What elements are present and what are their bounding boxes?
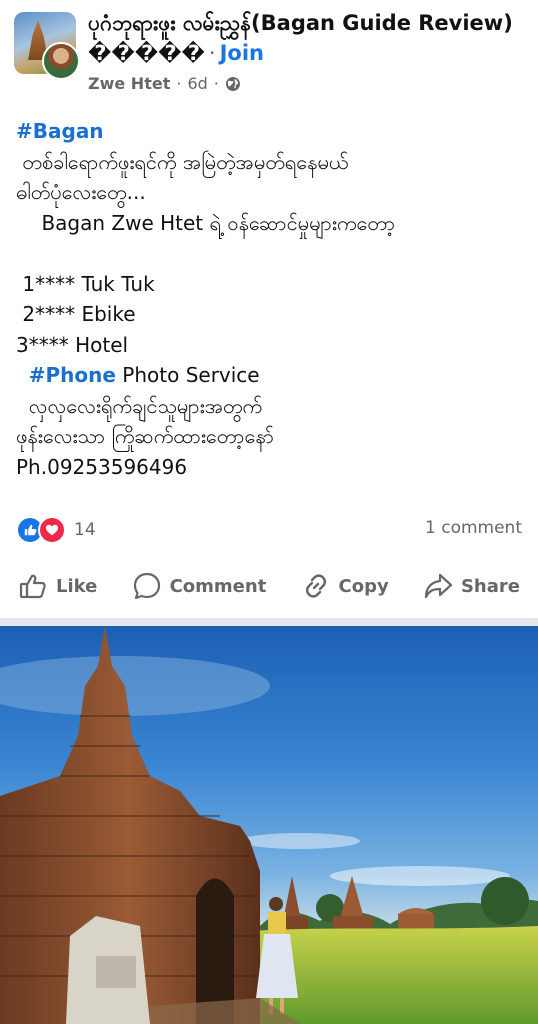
post-meta: Zwe Htet · 6d · <box>88 74 241 93</box>
section-divider <box>0 618 538 626</box>
globe-icon <box>225 76 240 91</box>
comment-icon <box>133 572 160 600</box>
share-button[interactable]: Share <box>423 571 520 601</box>
hashtag-bagan[interactable]: #Bagan <box>16 116 526 147</box>
group-title[interactable]: ပုဂံဘုရားဖူး လမ်းညွှန်(Bagan Guide Revie… <box>88 8 528 68</box>
love-reaction-icon <box>38 516 66 544</box>
comment-count[interactable]: 1 comment <box>425 518 522 538</box>
copy-label: Copy <box>338 575 389 597</box>
comment-button[interactable]: Comment <box>132 571 267 601</box>
group-name-text[interactable]: ပုဂံဘုရားဖူး လမ်းညွှန်(Bagan Guide Revie… <box>88 11 513 65</box>
share-label: Share <box>460 575 520 597</box>
post-line: Bagan Zwe Htet ရဲ့ ဝန်ဆောင်မှုများကတော့ <box>16 210 396 235</box>
like-icon <box>19 574 46 599</box>
post-line: ဖုန်းလေးသာ ကြိုဆက်ထားတော့နော် <box>16 424 274 448</box>
post-line: တစ်ခါရောက်ဖူးရင်ကို အမြဲတဲ့အမှတ်ရနေမယ် <box>16 149 349 174</box>
post-line: 1**** Tuk Tuk <box>16 271 155 296</box>
post-header: ပုဂံဘုရားဖူး လမ်းညွှန်(Bagan Guide Revie… <box>0 0 538 110</box>
author-name[interactable]: Zwe Htet <box>88 74 170 93</box>
reaction-summary[interactable]: 14 <box>16 516 96 544</box>
bagan-temple-photo <box>0 626 538 1024</box>
post-line-phone-service: #Phone Photo Service <box>28 363 260 387</box>
post-photo[interactable] <box>0 626 538 1024</box>
reaction-icons <box>16 516 66 544</box>
phone-number[interactable]: Ph.09253596496 <box>16 452 526 483</box>
copy-button[interactable]: Copy <box>301 571 389 601</box>
share-icon <box>424 573 453 599</box>
separator-dot: · <box>208 41 216 65</box>
user-avatar[interactable] <box>42 42 80 80</box>
like-label: Like <box>56 575 98 597</box>
comment-label: Comment <box>169 575 267 597</box>
post-line-blank <box>16 238 526 269</box>
post-line: လှလှလေးရိုက်ချင်သူများအတွက် <box>16 393 263 418</box>
action-bar: Like Comment Copy Share <box>0 560 538 612</box>
meta-dot-2: · <box>213 74 219 93</box>
meta-dot: · <box>176 74 182 93</box>
post-line: 2**** Ebike <box>16 302 136 326</box>
post-time[interactable]: 6d <box>187 74 207 93</box>
post-body: #Bagan တစ်ခါရောက်ဖူးရင်ကို အမြဲတဲ့အမှတ်ရ… <box>16 116 526 482</box>
post-line: 3**** Hotel <box>16 332 129 357</box>
reaction-count[interactable]: 14 <box>74 520 96 540</box>
hashtag-phone[interactable]: #Phone <box>29 363 116 387</box>
copy-icon <box>305 574 326 598</box>
join-button[interactable]: Join <box>220 41 264 65</box>
like-button[interactable]: Like <box>18 571 97 601</box>
post-line: ဓါတ်ပုံလေးတွေ... <box>16 180 146 204</box>
